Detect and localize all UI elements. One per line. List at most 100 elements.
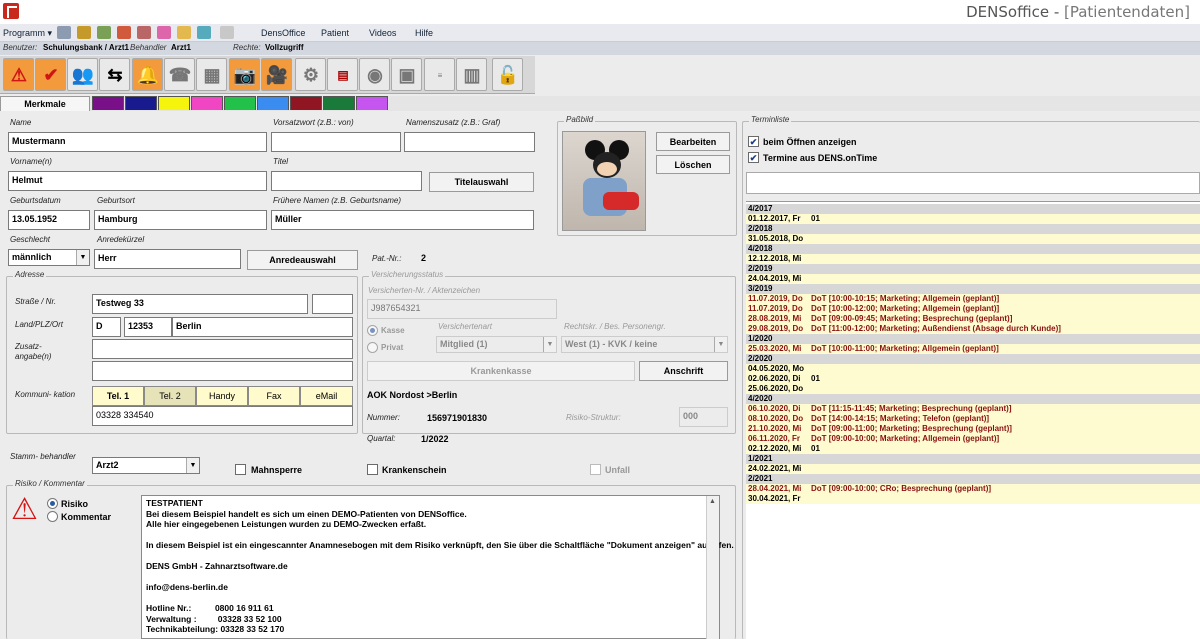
video-button[interactable]: 🎥 (261, 58, 292, 91)
termin-row[interactable]: 04.05.2020, Mo (746, 364, 1200, 374)
land-field[interactable]: D (92, 317, 121, 337)
tab-merkmale[interactable]: Merkmale (0, 96, 90, 111)
warning-button[interactable]: ⚠ (3, 58, 34, 91)
quick-tools-icon[interactable] (77, 26, 91, 39)
termin-row[interactable]: 06.10.2020, Di DoT [11:15-11:45; Marketin… (746, 404, 1200, 414)
quick-more-icon[interactable] (220, 26, 234, 39)
plz-field[interactable]: 12353 (124, 317, 172, 337)
risikostruktur-field[interactable]: 000 (679, 407, 728, 427)
vorname-field[interactable]: Helmut (8, 171, 267, 191)
menu-videos[interactable]: Videos (369, 28, 396, 38)
check-button[interactable]: ✔ (35, 58, 66, 91)
beim-oeffnen-checkbox[interactable]: ✔ (748, 136, 759, 147)
rechtskr-select[interactable]: West (1) - KVK / keine ▼ (561, 336, 728, 353)
geschlecht-select[interactable]: männlich ▼ (8, 249, 90, 266)
termin-row[interactable]: 02.06.2020, Di 01 (746, 374, 1200, 384)
color-tab-1[interactable] (92, 96, 124, 110)
termin-table[interactable]: 4/2017 01.12.2017, Fr 01 2/2018 31.05.2018, … (746, 201, 1200, 639)
mahnsperre-checkbox[interactable] (235, 464, 246, 475)
dens-ontime-checkbox[interactable]: ✔ (748, 152, 759, 163)
color-tab-6[interactable] (257, 96, 289, 110)
color-tab-5[interactable] (224, 96, 256, 110)
titelauswahl-button[interactable]: Titelauswahl (429, 172, 534, 192)
color-tab-9[interactable] (356, 96, 388, 110)
termin-row[interactable]: 06.11.2020, Fr DoT [09:00-10:00; Marketin… (746, 434, 1200, 444)
termin-row[interactable]: 28.04.2021, Mi DoT [09:00-10:00; CRo; Bes… (746, 484, 1200, 494)
stammbehandler-select[interactable]: Arzt2 ▼ (92, 457, 200, 474)
termin-row[interactable]: 30.04.2021, Fr (746, 494, 1200, 504)
termin-row[interactable]: 11.07.2019, Do DoT [10:00-10:15; Marketin… (746, 294, 1200, 304)
quick-card-icon[interactable] (57, 26, 71, 39)
termin-row[interactable]: 11.07.2019, Do DoT [10:00-12:00; Marketin… (746, 304, 1200, 314)
risiko-radio[interactable] (47, 498, 58, 509)
termin-row[interactable]: 01.12.2017, Fr 01 (746, 214, 1200, 224)
tab-handy[interactable]: Handy (196, 386, 248, 406)
versnr-field[interactable]: J987654321 (367, 299, 557, 319)
termin-row[interactable]: 2/2018 (746, 224, 1200, 234)
color-tab-7[interactable] (290, 96, 322, 110)
termin-row[interactable]: 02.12.2020, Mi 01 (746, 444, 1200, 454)
quick-list-icon[interactable] (117, 26, 131, 39)
risiko-scrollbar[interactable]: ▲ (706, 496, 719, 639)
tab-email[interactable]: eMail (300, 386, 353, 406)
anredeauswahl-button[interactable]: Anredeauswahl (247, 250, 358, 270)
ort-field[interactable]: Berlin (172, 317, 353, 337)
krankenschein-checkbox[interactable] (367, 464, 378, 475)
termin-row[interactable]: 12.12.2018, Mi (746, 254, 1200, 264)
color-tab-4[interactable] (191, 96, 223, 110)
versart-select[interactable]: Mitglied (1) ▼ (436, 336, 557, 353)
menu-patient[interactable]: Patient (321, 28, 349, 38)
termin-row[interactable]: 4/2018 (746, 244, 1200, 254)
risiko-textarea[interactable]: TESTPATIENT Bei diesem Beispiel handelt … (141, 495, 734, 639)
termin-row[interactable]: 4/2017 (746, 204, 1200, 214)
transfer-button[interactable]: ⇆ (99, 58, 130, 91)
termin-row[interactable]: 24.04.2019, Mi (746, 274, 1200, 284)
termin-row[interactable]: 31.05.2018, Do (746, 234, 1200, 244)
termin-row[interactable]: 4/2020 (746, 394, 1200, 404)
device-button[interactable]: ▣ (391, 58, 422, 91)
termin-row[interactable]: 3/2019 (746, 284, 1200, 294)
patients-button[interactable]: 👥 (67, 58, 98, 91)
termin-row[interactable]: 2/2021 (746, 474, 1200, 484)
quick-tooth-icon[interactable] (157, 26, 171, 39)
tab-fax[interactable]: Fax (248, 386, 300, 406)
color-tab-8[interactable] (323, 96, 355, 110)
termin-row[interactable]: 1/2020 (746, 334, 1200, 344)
vorsatzwort-field[interactable] (271, 132, 401, 152)
strasse-field[interactable]: Testweg 33 (92, 294, 308, 314)
color-tab-3[interactable] (158, 96, 190, 110)
kasse-radio[interactable] (367, 325, 378, 336)
privat-radio[interactable] (367, 342, 378, 353)
geburtsdatum-field[interactable]: 13.05.1952 (8, 210, 90, 230)
termin-row[interactable]: 25.06.2020, Do (746, 384, 1200, 394)
bell-button[interactable]: 🔔 (132, 58, 163, 91)
termin-row[interactable]: 2/2020 (746, 354, 1200, 364)
namenszusatz-field[interactable] (404, 132, 535, 152)
fruehere-namen-field[interactable]: Müller (271, 210, 534, 230)
geburtsort-field[interactable]: Hamburg (94, 210, 267, 230)
bearbeiten-button[interactable]: Bearbeiten (656, 132, 730, 151)
termin-row[interactable]: 08.10.2020, Do DoT [14:00-14:15; Marketin… (746, 414, 1200, 424)
termin-row[interactable]: 29.08.2019, Do DoT [11:00-12:00; Marketin… (746, 324, 1200, 334)
camera-button[interactable]: 📷 (229, 58, 260, 91)
disc-button[interactable]: ◉ (359, 58, 390, 91)
loeschen-button[interactable]: Löschen (656, 155, 730, 174)
zusatz-field-1[interactable] (92, 339, 353, 359)
quick-edit-icon[interactable] (97, 26, 111, 39)
termin-row[interactable]: 25.03.2020, Mi DoT [10:00-11:00; Marketin… (746, 344, 1200, 354)
name-field[interactable]: Mustermann (8, 132, 267, 152)
lock-button[interactable]: 🔓 (492, 58, 523, 91)
termin-row[interactable]: 21.10.2020, Mi DoT [09:00-11:00; Marketin… (746, 424, 1200, 434)
color-tab-2[interactable] (125, 96, 157, 110)
quick-folder-icon[interactable] (177, 26, 191, 39)
krankenkasse-button[interactable]: Krankenkasse (367, 361, 635, 381)
anschrift-button[interactable]: Anschrift (639, 361, 728, 381)
menu-programm[interactable]: Programm ▾ (3, 28, 52, 39)
building-button[interactable]: ▦ (196, 58, 227, 91)
termin-row[interactable]: 2/2019 (746, 264, 1200, 274)
termin-row[interactable]: 28.08.2019, Mi DoT [09:00-09:45; Marketin… (746, 314, 1200, 324)
tab-tel2[interactable]: Tel. 2 (144, 386, 196, 406)
cema-button[interactable]: ≡ (424, 58, 455, 91)
telefon-field[interactable]: 03328 334540 (92, 406, 353, 426)
fax-button[interactable]: ☎ (164, 58, 195, 91)
